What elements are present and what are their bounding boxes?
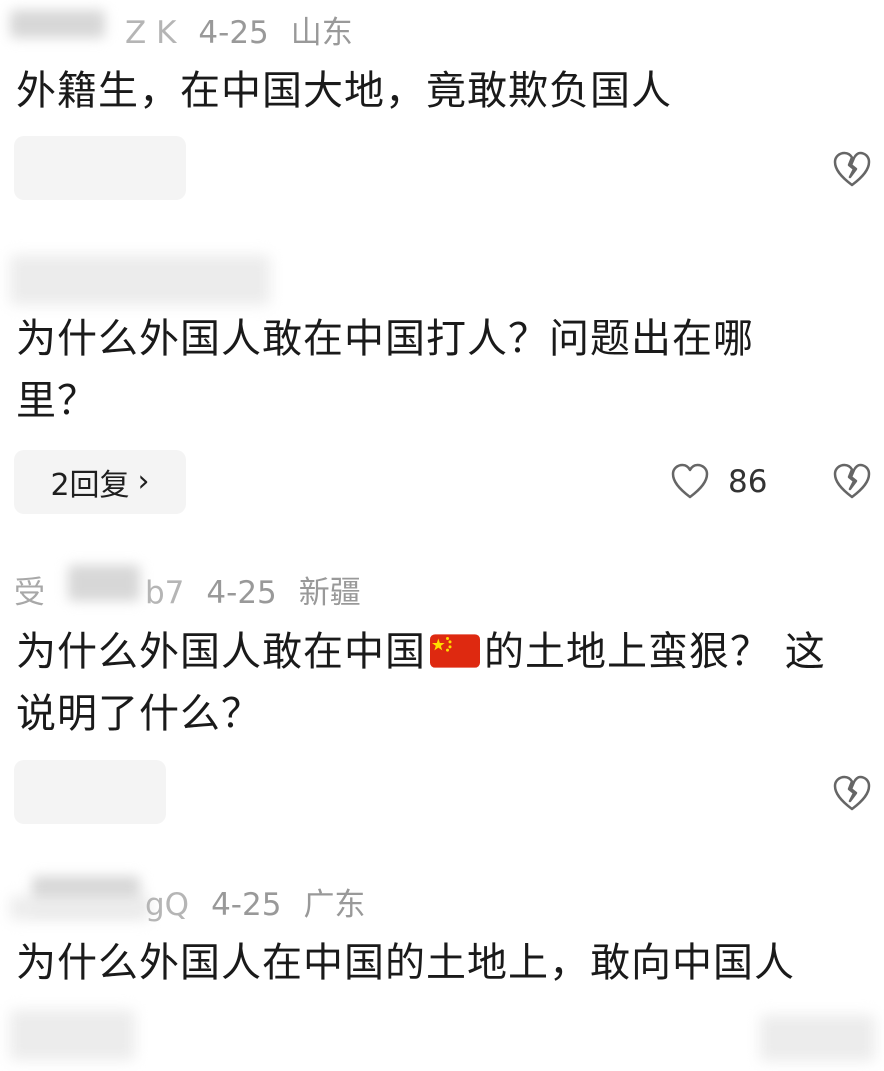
comment-location: 新疆 [298,575,361,611]
reply-placeholder-pill[interactable] [14,760,166,824]
comment-text-line1: 为什么外国人敢在中国打人？问题出在哪 [16,316,754,362]
comment-date: 4-25 [211,887,282,923]
chevron-right-icon: › [137,464,150,499]
dislike-button[interactable] [832,462,872,502]
broken-heart-icon [833,463,871,499]
comment-text: 外籍生，在中国大地，竟敢欺负国人 [16,68,672,114]
broken-heart-icon [833,775,871,811]
comment-meta: gQ 4-25 广东 [145,890,365,921]
avatar-username-redacted [10,10,105,38]
comment-date: 4-25 [198,15,269,51]
username-redacted [68,565,140,601]
comment-date: 4-25 [206,575,277,611]
username-redacted [10,896,150,920]
username-visible-part: Z K [125,15,177,51]
comment-meta: Z K 4-25 山东 [125,18,353,49]
comment-text-line2: 说明了什么？ [16,691,262,737]
comment-text-part2: 的土地上蛮狠？ 这 [484,629,826,675]
comment-text-part1: 为什么外国人敢在中国 [16,629,426,675]
comment-meta: b7 4-25 新疆 [145,578,361,609]
dislike-button[interactable] [832,150,872,190]
reply-count-label: 2回复 [50,468,130,503]
username-visible-part: b7 [145,575,185,611]
truncated-content-blur [760,1015,875,1061]
avatar-username-redacted [10,255,270,305]
comment-text-line2: 里？ [16,378,98,424]
reply-placeholder-pill[interactable] [14,136,186,200]
china-flag-emoji [430,634,480,668]
broken-heart-icon [833,151,871,187]
username-visible-part: gQ [145,887,190,923]
dislike-button[interactable] [832,774,872,814]
comment-location: 山东 [290,15,353,51]
username-visible-head: 受 [14,575,45,611]
comment-location: 广东 [303,887,366,923]
like-button[interactable] [670,462,710,502]
comment-text-line1: 为什么外国人敢在中国 的土地上蛮狠？ 这 [16,621,876,683]
truncated-content-blur [10,1010,135,1060]
heart-icon [671,463,709,499]
comment-text: 为什么外国人在中国的土地上，敢向中国人 [16,940,795,986]
like-count: 86 [728,464,768,500]
view-replies-button[interactable]: 2回复 › [14,450,186,514]
